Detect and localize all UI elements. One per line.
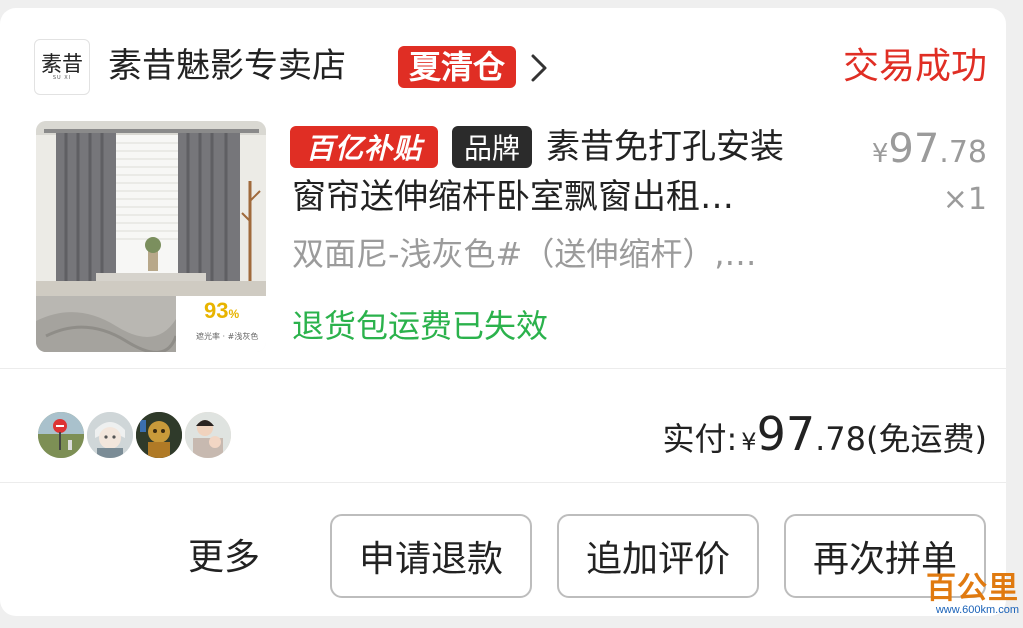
- watermark: 百公里 www.600km.com: [926, 574, 1019, 617]
- shop-name[interactable]: 素昔魅影专卖店: [108, 44, 346, 88]
- product-title-line1[interactable]: 素昔免打孔安装: [546, 124, 784, 170]
- subsidy-badge: 百亿补贴: [290, 126, 438, 168]
- divider: [0, 368, 1006, 369]
- shop-promo-badge: 夏清仓: [398, 46, 516, 88]
- product-spec: 双面尼-浅灰色#（送伸缩杆）,…: [292, 235, 757, 273]
- quantity: ×1: [942, 182, 987, 217]
- add-review-button[interactable]: 追加评价: [557, 514, 759, 598]
- shop-logo[interactable]: 素昔 SU XI: [34, 39, 90, 95]
- order-card: 素昔 SU XI 素昔魅影专卖店 夏清仓 交易成功 93% 遮光率 · #浅灰色…: [0, 8, 1006, 616]
- paid-currency: ¥: [741, 428, 757, 456]
- product-title-line2[interactable]: 窗帘送伸缩杆卧室飘窗出租…: [292, 174, 734, 220]
- product-thumbnail[interactable]: 93% 遮光率 · #浅灰色: [36, 121, 266, 352]
- divider: [0, 482, 1006, 483]
- thumb-tag-caption: 遮光率 · #浅灰色: [196, 332, 259, 341]
- shipping-note: (免运费): [866, 420, 987, 458]
- watermark-main: 百公里: [926, 572, 1019, 605]
- avatar-image: [136, 412, 182, 458]
- avatar[interactable]: [134, 410, 184, 460]
- unit-price: ¥97.78: [872, 126, 987, 180]
- paid-label: 实付:: [662, 420, 738, 458]
- return-shipping-note: 退货包运费已失效: [292, 307, 549, 345]
- unit-price-decimal: .78: [939, 135, 987, 170]
- avatar[interactable]: [183, 410, 233, 460]
- unit-price-currency: ¥: [871, 139, 889, 169]
- request-refund-button[interactable]: 申请退款: [330, 514, 532, 598]
- avatar-image: [87, 412, 133, 458]
- avatar[interactable]: [85, 410, 135, 460]
- page-margin: [1006, 0, 1023, 628]
- shop-logo-subtext: SU XI: [52, 74, 72, 81]
- more-button[interactable]: 更多: [188, 534, 260, 582]
- unit-price-integer: 97: [888, 126, 940, 172]
- paid-amount: 实付: ¥97.78(免运费): [663, 406, 988, 473]
- thumb-tag-value: 93%: [204, 298, 240, 323]
- avatar-image: [38, 412, 84, 458]
- avatar[interactable]: [36, 410, 86, 460]
- watermark-url: www.600km.com: [935, 604, 1019, 616]
- shop-logo-text: 素昔: [41, 51, 83, 76]
- order-status: 交易成功: [842, 46, 987, 87]
- paid-integer: 97: [756, 407, 816, 461]
- avatar-image: [185, 412, 231, 458]
- paid-decimal: .78: [815, 420, 867, 458]
- chevron-right-icon[interactable]: [528, 50, 550, 86]
- brand-badge: 品牌: [452, 126, 532, 168]
